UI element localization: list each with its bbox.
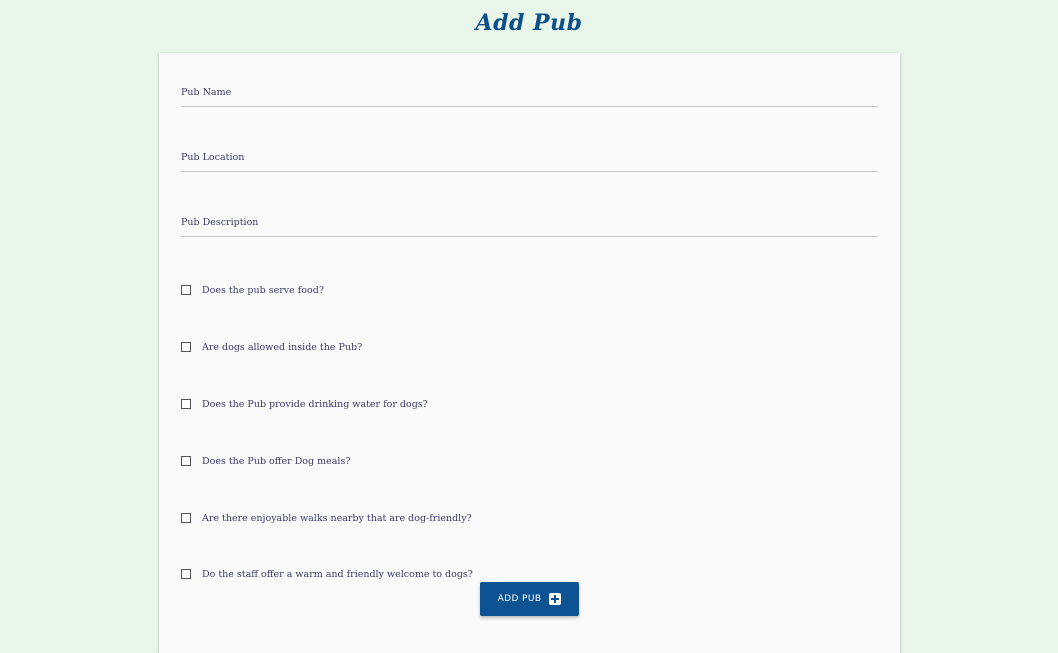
add-pub-button-label: ADD PUB — [497, 594, 542, 604]
add-pub-form: Pub Name Pub Location Pub Description Do… — [159, 53, 900, 653]
walks-checkbox[interactable] — [181, 513, 191, 523]
dog-meals-checkbox-row[interactable]: Does the Pub offer Dog meals? — [181, 454, 350, 468]
pub-name-input[interactable] — [181, 82, 882, 108]
staff-welcome-checkbox[interactable] — [181, 569, 191, 579]
staff-welcome-checkbox-label: Do the staff offer a warm and friendly w… — [202, 568, 473, 580]
walks-checkbox-label: Are there enjoyable walks nearby that ar… — [202, 512, 472, 524]
pub-description-field[interactable]: Pub Description — [181, 212, 882, 238]
add-pub-button[interactable]: ADD PUB — [480, 582, 579, 616]
drinking-water-checkbox-label: Does the Pub provide drinking water for … — [202, 398, 428, 410]
pub-location-input[interactable] — [181, 147, 882, 173]
walks-checkbox-row[interactable]: Are there enjoyable walks nearby that ar… — [181, 511, 472, 525]
plus-box-icon — [549, 593, 562, 605]
drinking-water-checkbox[interactable] — [181, 399, 191, 409]
dog-meals-checkbox[interactable] — [181, 456, 191, 466]
staff-welcome-checkbox-row[interactable]: Do the staff offer a warm and friendly w… — [181, 567, 473, 581]
dog-meals-checkbox-label: Does the Pub offer Dog meals? — [202, 455, 351, 467]
pub-location-field[interactable]: Pub Location — [181, 147, 882, 173]
food-checkbox[interactable] — [181, 285, 191, 295]
food-checkbox-row[interactable]: Does the pub serve food? — [181, 283, 324, 297]
dogs-inside-checkbox-label: Are dogs allowed inside the Pub? — [202, 341, 363, 353]
pub-name-field[interactable]: Pub Name — [181, 82, 882, 108]
dogs-inside-checkbox[interactable] — [181, 342, 191, 352]
food-checkbox-label: Does the pub serve food? — [202, 284, 324, 296]
drinking-water-checkbox-row[interactable]: Does the Pub provide drinking water for … — [181, 397, 428, 411]
pub-description-input[interactable] — [181, 212, 882, 238]
dogs-inside-checkbox-row[interactable]: Are dogs allowed inside the Pub? — [181, 340, 362, 354]
page-title: Add Pub — [475, 10, 583, 36]
